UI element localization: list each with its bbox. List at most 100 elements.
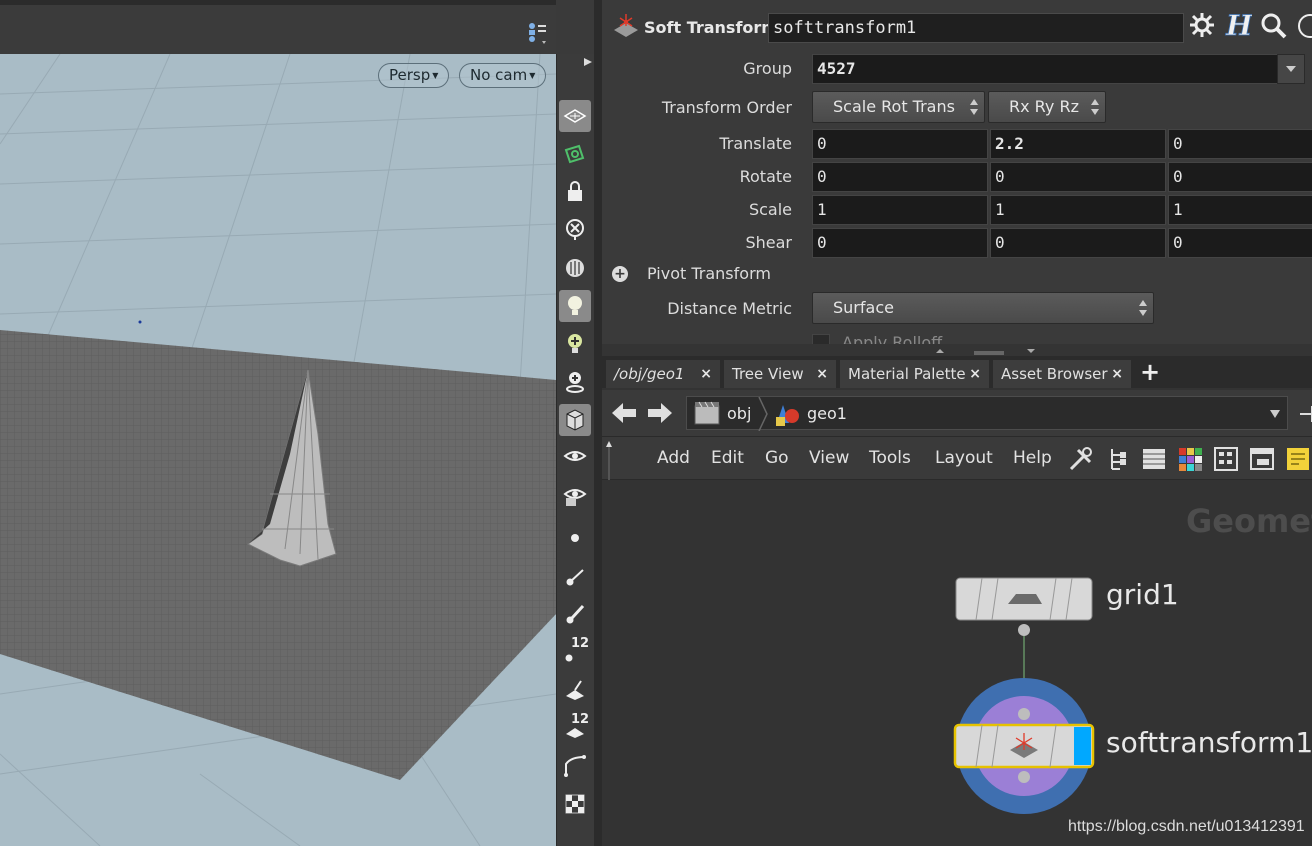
menu-add[interactable]: Add xyxy=(657,448,690,468)
svg-text:H: H xyxy=(1225,9,1252,41)
chevron-down-icon: ▼ xyxy=(432,71,439,80)
headlight-icon[interactable] xyxy=(559,252,591,284)
lock-camera-icon[interactable] xyxy=(559,176,591,208)
shear-label: Shear xyxy=(745,233,792,252)
tab-asset-browser[interactable]: Asset Browser × xyxy=(993,360,1131,388)
viewport-3d-scene[interactable] xyxy=(0,54,556,846)
pivot-transform-label[interactable]: Pivot Transform xyxy=(647,264,771,283)
scene-viewport[interactable]: ? xyxy=(0,0,556,846)
lighting-icon[interactable] xyxy=(559,290,591,322)
scale-x-field[interactable]: 1 xyxy=(812,195,988,225)
distance-metric-label: Distance Metric xyxy=(667,299,792,318)
ghost-visibility-icon[interactable] xyxy=(559,480,591,512)
scroll-up-icon[interactable] xyxy=(606,437,612,481)
point-display-icon[interactable] xyxy=(559,522,591,554)
pane-divider[interactable] xyxy=(594,0,602,846)
point-numbers-icon[interactable]: 12 xyxy=(559,636,591,668)
list-view-icon[interactable] xyxy=(1141,446,1167,472)
node-softtransform1[interactable] xyxy=(953,678,1095,814)
point-trails-icon[interactable] xyxy=(559,598,591,630)
group-field[interactable]: 4527 xyxy=(812,54,1278,84)
display-flag[interactable] xyxy=(1074,727,1091,765)
primitive-numbers-icon[interactable]: 12 xyxy=(559,712,591,744)
snap-icon[interactable] xyxy=(559,138,591,170)
forward-arrow-icon[interactable] xyxy=(646,399,674,427)
menu-go[interactable]: Go xyxy=(765,448,789,468)
transform-order-menu[interactable]: Scale Rot Trans xyxy=(812,91,985,123)
close-icon[interactable] xyxy=(559,214,591,246)
camera-select-label: No cam xyxy=(470,66,528,84)
shading-mode-button[interactable] xyxy=(559,404,591,436)
add-tab-icon[interactable]: + xyxy=(1140,360,1160,386)
translate-z-field[interactable]: 0 xyxy=(1168,129,1312,159)
menu-view[interactable]: View xyxy=(809,448,849,468)
shapes-palette-icon[interactable] xyxy=(1213,446,1239,472)
sticky-note-icon[interactable] xyxy=(1285,446,1311,472)
breadcrumb-separator xyxy=(758,397,768,431)
tab-material-palette[interactable]: Material Palette × xyxy=(840,360,989,388)
pane-splitter[interactable] xyxy=(602,344,1312,356)
back-arrow-icon[interactable] xyxy=(610,399,638,427)
network-path-field[interactable]: obj geo1 xyxy=(686,396,1288,431)
menu-help[interactable]: Help xyxy=(1013,448,1052,468)
translate-x-field[interactable]: 0 xyxy=(812,129,988,159)
wrench-icon[interactable] xyxy=(1068,446,1094,472)
tab-label: Asset Browser xyxy=(1001,365,1108,383)
shelf-expand-icon[interactable] xyxy=(583,57,593,67)
breadcrumb-geo1[interactable]: geo1 xyxy=(807,404,847,423)
obj-context-icon xyxy=(693,400,721,428)
chevron-down-icon: ▼ xyxy=(529,71,536,80)
close-icon[interactable]: × xyxy=(1111,360,1123,388)
rotate-x-field[interactable]: 0 xyxy=(812,162,988,192)
expand-pivot-icon[interactable]: + xyxy=(612,266,628,282)
primitive-numbers-badge: 12 xyxy=(571,712,590,727)
menu-tools[interactable]: Tools xyxy=(869,448,911,468)
point-normals-icon[interactable] xyxy=(559,560,591,592)
info-icon[interactable] xyxy=(1296,12,1312,40)
tree-icon[interactable] xyxy=(1106,446,1132,472)
scale-y-field[interactable]: 1 xyxy=(990,195,1166,225)
group-label: Group xyxy=(743,59,792,78)
tab-network-geo1[interactable]: /obj/geo1 × xyxy=(606,360,720,388)
close-icon[interactable]: × xyxy=(700,360,712,388)
ground-plane-button[interactable] xyxy=(559,100,591,132)
node-name-field[interactable]: softtransform1 xyxy=(768,13,1184,43)
group-dropdown-button[interactable] xyxy=(1277,54,1305,84)
visibility-icon[interactable] xyxy=(559,442,591,474)
updown-arrow-icon xyxy=(1139,300,1147,316)
shear-y-field[interactable]: 0 xyxy=(990,228,1166,258)
distance-metric-menu[interactable]: Surface xyxy=(812,292,1154,324)
camera-view-menu[interactable]: Persp ▼ xyxy=(378,63,450,88)
translate-y-field[interactable]: 2.2 xyxy=(990,129,1166,159)
rotate-z-field[interactable]: 0 xyxy=(1168,162,1312,192)
network-editor-canvas[interactable]: Geometry xyxy=(602,480,1312,846)
breadcrumb-obj[interactable]: obj xyxy=(727,404,751,423)
pin-light-icon[interactable] xyxy=(559,366,591,398)
viewport-shelf: 12 12 xyxy=(556,54,594,846)
node-grid1[interactable] xyxy=(955,577,1093,636)
camera-select-menu[interactable]: No cam ▼ xyxy=(459,63,547,88)
primitive-normals-icon[interactable] xyxy=(559,674,591,706)
menu-edit[interactable]: Edit xyxy=(711,448,744,468)
hull-display-icon[interactable] xyxy=(559,750,591,782)
color-palette-icon[interactable] xyxy=(1177,446,1203,472)
search-icon[interactable] xyxy=(1260,12,1288,40)
tab-tree-view[interactable]: Tree View × xyxy=(724,360,836,388)
scale-z-field[interactable]: 1 xyxy=(1168,195,1312,225)
close-icon[interactable]: × xyxy=(816,360,828,388)
close-icon[interactable]: × xyxy=(969,360,981,388)
rotate-y-field[interactable]: 0 xyxy=(990,162,1166,192)
pin-pane-icon[interactable] xyxy=(1296,402,1312,426)
chevron-down-icon[interactable] xyxy=(1269,409,1281,419)
rotate-order-menu[interactable]: Rx Ry Rz xyxy=(988,91,1106,123)
camera-view-label: Persp xyxy=(389,66,431,84)
houdini-help-icon[interactable]: H xyxy=(1224,9,1255,43)
add-light-icon[interactable] xyxy=(559,328,591,360)
display-options-icon[interactable] xyxy=(524,19,550,45)
uv-display-icon[interactable] xyxy=(559,788,591,820)
network-box-icon[interactable] xyxy=(1249,446,1275,472)
shear-z-field[interactable]: 0 xyxy=(1168,228,1312,258)
gear-icon[interactable] xyxy=(1188,11,1216,39)
menu-layout[interactable]: Layout xyxy=(935,448,993,468)
shear-x-field[interactable]: 0 xyxy=(812,228,988,258)
